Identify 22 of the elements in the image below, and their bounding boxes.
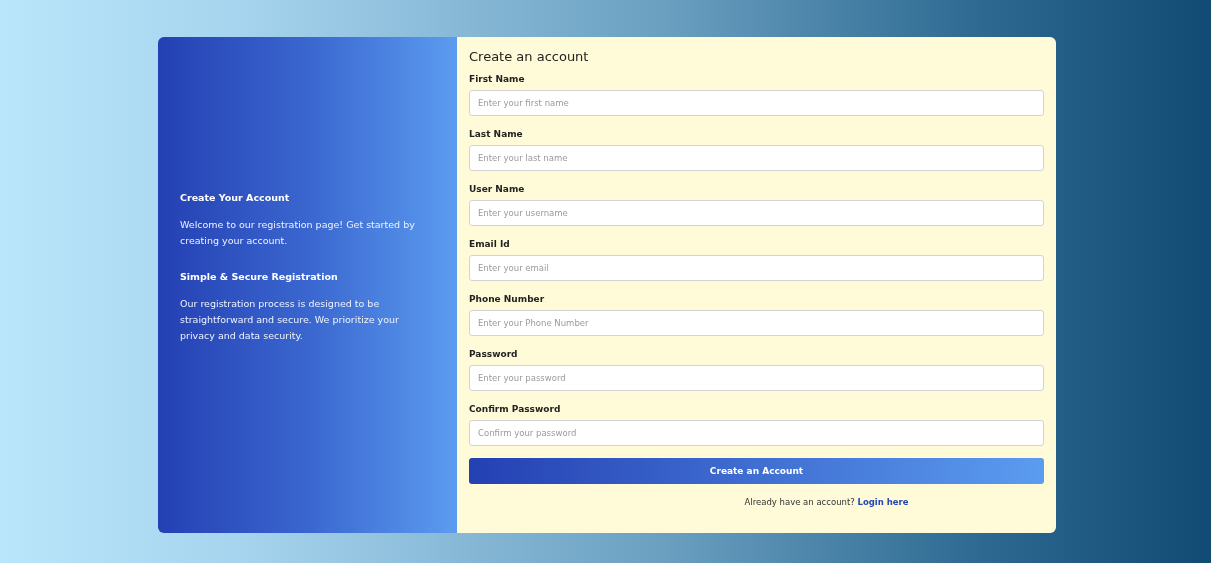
form-title: Create an account <box>469 49 590 64</box>
section-text: Our registration process is designed to be straightforward and secure. We prioritize your privacy and data security. <box>180 297 400 343</box>
input-field[interactable]: Confirm your password <box>469 420 1044 446</box>
section-text: Welcome to our registration page! Get started by creating your account. <box>180 218 416 248</box>
field-label: User Name <box>469 184 526 194</box>
section-heading: Create Your Account <box>180 192 291 203</box>
field-label: Phone Number <box>469 294 546 304</box>
field-label: First Name <box>469 74 526 84</box>
create-account-button[interactable]: Create an Account <box>469 458 1044 484</box>
input-field[interactable]: Enter your password <box>469 365 1044 391</box>
field-label: Last Name <box>469 129 524 139</box>
input-field[interactable]: Enter your username <box>469 200 1044 226</box>
field-label: Password <box>469 349 519 359</box>
login-link[interactable]: Login here <box>857 497 909 507</box>
input-field[interactable]: Enter your last name <box>469 145 1044 171</box>
field-label: Confirm Password <box>469 404 562 414</box>
input-field[interactable]: Enter your first name <box>469 90 1044 116</box>
section-heading: Simple & Secure Registration <box>180 271 339 282</box>
field-label: Email Id <box>469 239 511 249</box>
login-prompt: Already have an account? Login here <box>743 497 910 507</box>
input-field[interactable]: Enter your email <box>469 255 1044 281</box>
input-field[interactable]: Enter your Phone Number <box>469 310 1044 336</box>
